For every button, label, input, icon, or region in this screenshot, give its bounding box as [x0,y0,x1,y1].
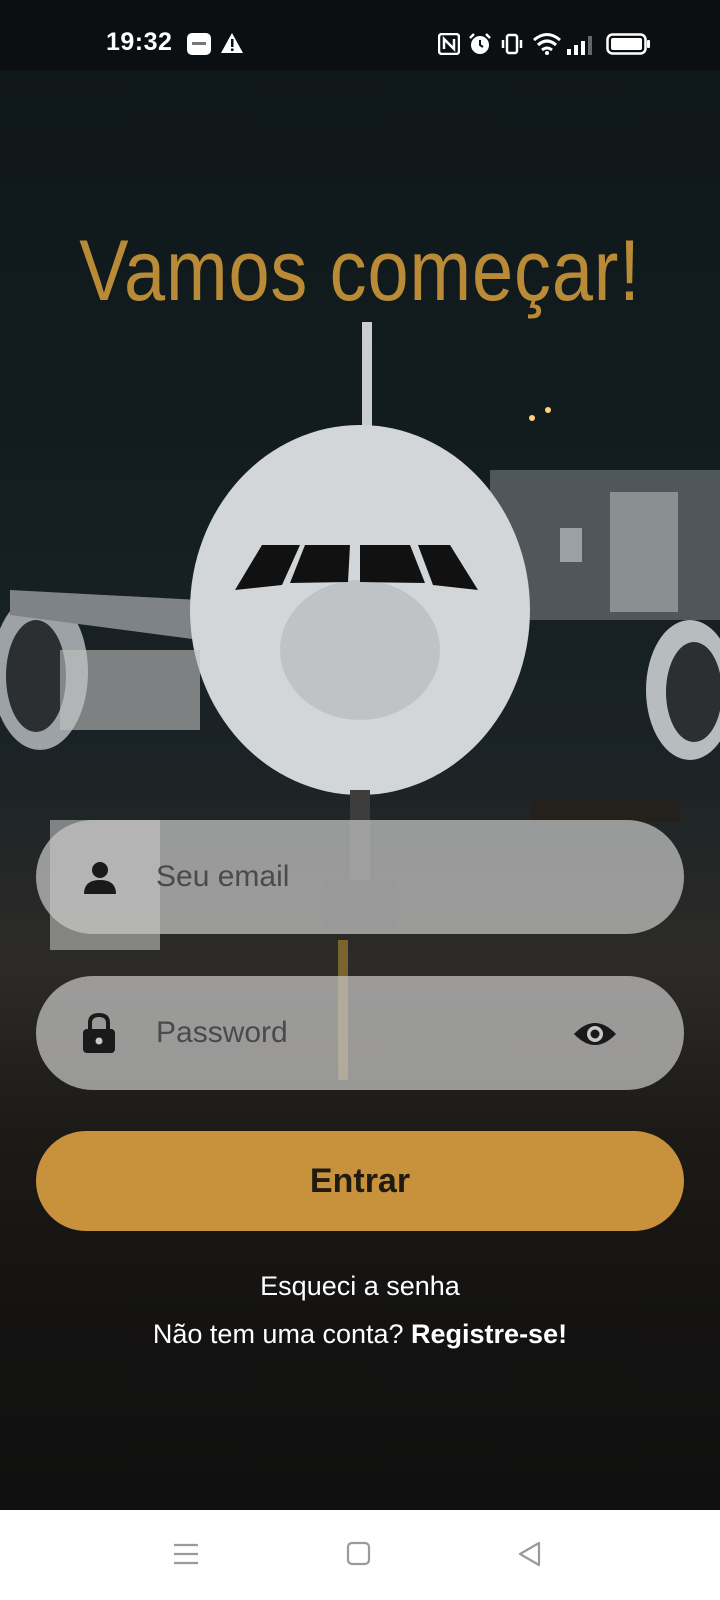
no-account-text: Não tem uma conta? [152,1319,412,1349]
signup-prompt: Não tem uma conta? Registre-se! [0,1319,720,1350]
password-placeholder: Password [156,1016,288,1049]
wifi-icon [533,33,561,55]
login-screen: 19:32 Vamos começar! Seu email Password … [0,0,720,1600]
page-title: Vamos começar! [79,223,641,319]
password-field[interactable]: Password [36,976,684,1090]
status-bar: 19:32 [0,0,720,70]
show-password-eye-icon[interactable] [572,1018,618,1050]
forgot-password-link[interactable]: Esqueci a senha [0,1271,720,1302]
email-placeholder: Seu email [156,860,290,893]
register-link[interactable]: Registre-se! [411,1319,567,1349]
lock-icon [83,1012,115,1053]
back-icon[interactable] [516,1540,544,1568]
vibrate-icon [501,33,523,55]
home-icon[interactable] [345,1540,373,1568]
menu-icon[interactable] [172,1540,200,1568]
notification-app-icon [187,33,211,55]
person-icon [84,862,116,894]
email-field[interactable]: Seu email [36,820,684,934]
alarm-icon [469,33,491,54]
battery-icon [606,33,650,55]
nfc-icon [438,33,460,55]
signal-icon [567,36,592,55]
warning-icon [221,33,243,53]
login-button[interactable]: Entrar [36,1131,684,1231]
navigation-bar [0,1510,720,1600]
status-time: 19:32 [106,28,173,56]
